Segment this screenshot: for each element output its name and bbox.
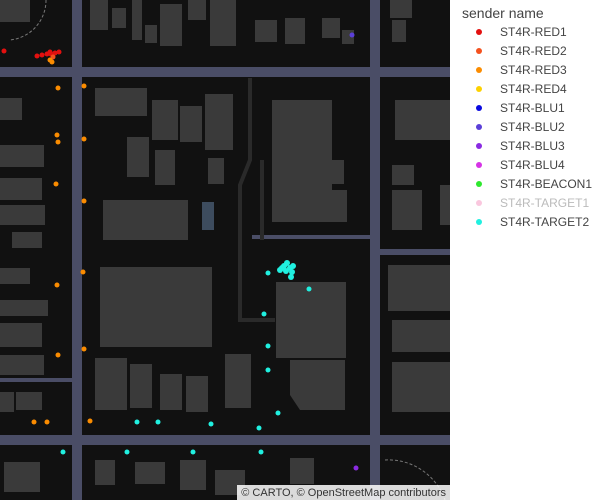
- marker-st4r-red1: [34, 53, 40, 59]
- roads: [0, 0, 450, 500]
- marker-st4r-target2: [261, 311, 267, 317]
- marker-st4r-target2: [256, 425, 262, 431]
- marker-st4r-target2: [288, 274, 294, 280]
- marker-st4r-target2: [265, 343, 271, 349]
- map-canvas[interactable]: [0, 0, 450, 500]
- legend-item-label: ST4R-BLU2: [500, 120, 565, 134]
- marker-st4r-red1: [56, 49, 62, 55]
- marker-st4r-red3: [44, 419, 50, 425]
- marker-st4r-red3: [81, 198, 87, 204]
- legend-item-label: ST4R-RED4: [500, 82, 567, 96]
- map-view[interactable]: © CARTO, © OpenStreetMap contributors: [0, 0, 450, 500]
- marker-st4r-blu2: [349, 32, 355, 38]
- marker-st4r-target2: [134, 419, 140, 425]
- marker-st4r-target2: [290, 263, 296, 269]
- marker-st4r-target2: [208, 421, 214, 427]
- legend-marker-icon: [476, 86, 482, 92]
- legend-item-label: ST4R-RED2: [500, 44, 567, 58]
- marker-st4r-red3: [53, 181, 59, 187]
- marker-st4r-red3: [31, 419, 37, 425]
- marker-st4r-target2: [265, 367, 271, 373]
- legend-item-label: ST4R-BEACON1: [500, 177, 593, 191]
- legend-marker-icon: [476, 200, 482, 206]
- marker-st4r-target2: [275, 410, 281, 416]
- marker-st4r-red3: [54, 132, 60, 138]
- legend-marker-icon: [476, 162, 482, 168]
- marker-st4r-target2: [258, 449, 264, 455]
- marker-st4r-red3: [81, 136, 87, 142]
- marker-st4r-red1: [39, 52, 45, 58]
- marker-st4r-target2: [289, 269, 295, 275]
- legend-item-label: ST4R-BLU4: [500, 158, 565, 172]
- marker-st4r-target2: [155, 419, 161, 425]
- map-attribution[interactable]: © CARTO, © OpenStreetMap contributors: [237, 485, 450, 500]
- marker-st4r-red1: [47, 49, 53, 55]
- marker-st4r-target2: [284, 260, 290, 266]
- legend-marker-icon: [476, 124, 482, 130]
- marker-st4r-red3: [81, 83, 87, 89]
- marker-st4r-red3: [55, 85, 61, 91]
- marker-st4r-red3: [55, 352, 61, 358]
- legend-title: sender name: [462, 5, 544, 21]
- marker-st4r-red3: [55, 139, 61, 145]
- marker-st4r-target2: [124, 449, 130, 455]
- marker-st4r-target2: [190, 449, 196, 455]
- marker-st4r-target2: [279, 265, 285, 271]
- legend-item-label: ST4R-RED3: [500, 63, 567, 77]
- marker-st4r-red3: [81, 346, 87, 352]
- marker-st4r-target2: [265, 270, 271, 276]
- marker-st4r-red3: [80, 269, 86, 275]
- legend-marker-icon: [476, 105, 482, 111]
- legend-marker-icon: [476, 67, 482, 73]
- marker-st4r-target2: [306, 286, 312, 292]
- legend-marker-icon: [476, 219, 482, 225]
- marker-st4r-red3: [87, 418, 93, 424]
- legend-marker-icon: [476, 181, 482, 187]
- legend: sender name ST4R-RED1 ST4R-RED2 ST4R-RED3 S…: [450, 0, 600, 500]
- legend-item-label: ST4R-BLU3: [500, 139, 565, 153]
- marker-st4r-red3: [54, 282, 60, 288]
- legend-marker-icon: [476, 48, 482, 54]
- marker-st4r-blu3: [353, 465, 359, 471]
- marker-st4r-target2: [60, 449, 66, 455]
- legend-item-label: ST4R-BLU1: [500, 101, 565, 115]
- legend-item-label: ST4R-TARGET2: [500, 215, 590, 229]
- marker-st4r-red1: [1, 48, 7, 54]
- legend-marker-icon: [476, 143, 482, 149]
- legend-item-label: ST4R-TARGET1: [500, 196, 590, 210]
- marker-st4r-red3: [49, 59, 55, 65]
- legend-item-label: ST4R-RED1: [500, 25, 567, 39]
- legend-marker-icon: [476, 29, 482, 35]
